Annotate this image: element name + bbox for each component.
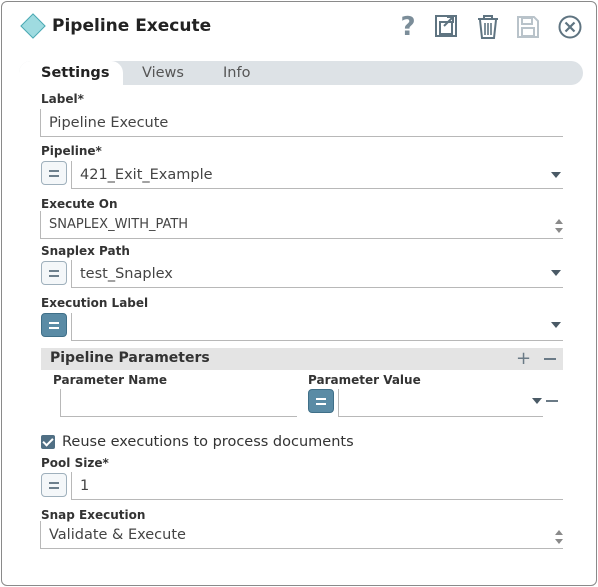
remove-all-parameters-minus-icon[interactable] — [544, 358, 556, 360]
parameter-value-column-label: Parameter Value — [308, 373, 421, 387]
equals-icon — [49, 321, 59, 329]
remove-parameter-row-minus-icon[interactable] — [546, 400, 558, 402]
execute-on-select[interactable]: SNAPLEX_WITH_PATH — [40, 211, 563, 239]
pipeline-parameters-header: Pipeline Parameters + — [41, 348, 563, 370]
reuse-executions-label: Reuse executions to process documents — [62, 434, 354, 450]
execute-on-updown-icon[interactable] — [555, 219, 563, 233]
pool-size-field-label: Pool Size* — [41, 456, 109, 470]
equals-icon — [49, 481, 59, 489]
save-icon — [517, 16, 539, 38]
tab-info[interactable]: Info — [223, 61, 250, 85]
pipeline-field-label: Pipeline* — [41, 144, 102, 158]
parameter-name-column-label: Parameter Name — [53, 373, 167, 387]
equals-icon — [49, 269, 59, 277]
parameter-value-expression-toggle[interactable] — [308, 389, 334, 413]
snaplex-path-value: test_Snaplex — [80, 266, 173, 282]
equals-icon — [49, 169, 59, 177]
trash-icon — [478, 15, 498, 39]
tab-settings[interactable]: Settings — [19, 61, 124, 85]
tab-views[interactable]: Views — [142, 61, 184, 85]
reuse-executions-checkbox[interactable] — [41, 435, 55, 449]
snaplex-path-dropdown-arrow-icon[interactable] — [551, 270, 561, 276]
export-icon — [435, 15, 457, 37]
pipeline-execute-dialog: Pipeline Execute ? Settings Views Info L… — [1, 1, 597, 586]
save-button[interactable] — [514, 12, 542, 42]
pipeline-parameters-title: Pipeline Parameters — [50, 350, 210, 366]
parameter-name-input[interactable] — [60, 389, 297, 417]
equals-icon — [316, 397, 326, 405]
execute-on-value: SNAPLEX_WITH_PATH — [49, 217, 189, 232]
snap-execution-select[interactable]: Validate & Execute — [40, 521, 563, 549]
pipeline-select[interactable]: 421_Exit_Example — [71, 161, 563, 189]
snaplex-path-field-label: Snaplex Path — [41, 244, 130, 258]
close-icon — [558, 15, 582, 39]
parameter-value-select[interactable] — [338, 389, 543, 417]
add-parameter-plus-icon[interactable]: + — [516, 348, 531, 370]
label-field-label: Label* — [41, 92, 84, 106]
pipeline-value: 421_Exit_Example — [80, 167, 213, 183]
close-button[interactable] — [556, 12, 584, 42]
question-icon: ? — [400, 12, 416, 42]
execute-on-field-label: Execute On — [41, 197, 118, 211]
pipeline-dropdown-arrow-icon[interactable] — [551, 172, 561, 178]
snap-execution-updown-icon[interactable] — [555, 530, 563, 544]
snaplex-path-expression-toggle[interactable] — [41, 261, 67, 285]
tab-bar: Settings Views Info — [19, 61, 583, 85]
delete-button[interactable] — [474, 12, 502, 42]
execution-label-dropdown-arrow-icon[interactable] — [551, 322, 561, 328]
help-button[interactable]: ? — [394, 12, 422, 42]
snap-execution-value: Validate & Execute — [49, 527, 186, 543]
pipeline-expression-toggle[interactable] — [41, 161, 67, 185]
execution-label-expression-toggle[interactable] — [41, 313, 67, 337]
snap-diamond-icon — [20, 13, 46, 39]
parameter-value-dropdown-arrow-icon[interactable] — [532, 398, 542, 404]
execution-label-select[interactable] — [71, 313, 563, 341]
pool-size-expression-toggle[interactable] — [41, 473, 67, 497]
snaplex-path-select[interactable]: test_Snaplex — [71, 260, 563, 288]
dialog-title: Pipeline Execute — [52, 16, 212, 36]
execution-label-field-label: Execution Label — [41, 296, 149, 310]
export-button[interactable] — [433, 12, 461, 42]
label-input[interactable]: Pipeline Execute — [40, 109, 563, 137]
snap-execution-field-label: Snap Execution — [41, 508, 146, 522]
pool-size-input[interactable]: 1 — [71, 472, 563, 500]
